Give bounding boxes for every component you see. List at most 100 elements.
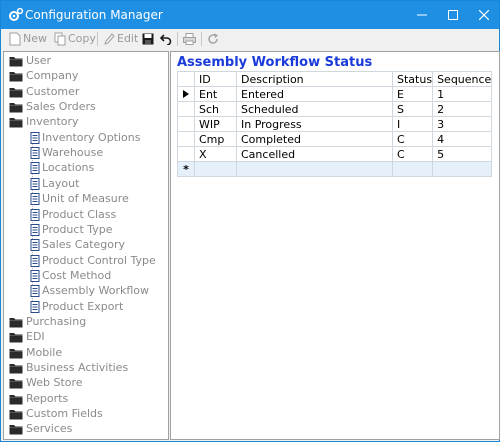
minimize-button[interactable]: [406, 1, 437, 29]
cell-description[interactable]: Completed: [236, 131, 393, 147]
column-header-description[interactable]: Description: [236, 71, 393, 87]
settings-document-icon: [30, 253, 40, 267]
cell-status[interactable]: S: [391, 101, 434, 117]
undo-button[interactable]: [159, 31, 172, 47]
tree-item-mobile[interactable]: Mobile: [4, 345, 164, 360]
new-row-cell-sequence[interactable]: [432, 161, 493, 177]
folder-icon: [9, 394, 23, 405]
tree-item-label: Product Control Type: [42, 253, 156, 267]
folder-icon: [9, 379, 23, 389]
folder-icon: [9, 410, 23, 420]
column-header-sequence[interactable]: Sequence: [432, 71, 493, 87]
table-row[interactable]: Cmp Completed C 4: [177, 131, 493, 147]
new-row-cell-id[interactable]: [194, 161, 237, 177]
cell-sequence[interactable]: 2: [432, 101, 493, 117]
print-button[interactable]: [183, 31, 196, 47]
table-row[interactable]: Ent Entered E 1: [177, 86, 493, 102]
tree-item-label: Warehouse: [42, 146, 104, 160]
cell-description[interactable]: Entered: [236, 86, 393, 102]
new-row-cell-description[interactable]: [236, 161, 393, 177]
close-button[interactable]: [468, 1, 499, 29]
new-button[interactable]: New: [9, 31, 47, 47]
tree-item-inventory[interactable]: Inventory: [4, 114, 164, 129]
toolbar: New Copy Edit: [1, 29, 499, 49]
tree-item-company[interactable]: Company: [4, 68, 164, 83]
tree-item-label: Customer: [26, 84, 80, 98]
tree-item-services[interactable]: Services: [4, 421, 164, 436]
tree-item-cost-method[interactable]: Cost Method: [4, 268, 164, 283]
new-row-cell-status[interactable]: [391, 161, 434, 177]
tree-item-sales-category[interactable]: Sales Category: [4, 237, 164, 252]
cell-id[interactable]: WIP: [194, 116, 237, 132]
maximize-icon: [447, 10, 458, 20]
current-row-arrow-icon: [183, 89, 189, 98]
tree-item-sales-orders[interactable]: Sales Orders: [4, 99, 164, 114]
cell-status[interactable]: C: [391, 131, 434, 147]
tree-item-user[interactable]: User: [4, 53, 164, 68]
tree-item-label: Business Activities: [26, 361, 129, 374]
table-row[interactable]: WIP In Progress I 3: [177, 116, 493, 132]
copy-button[interactable]: Copy: [54, 31, 96, 47]
tree-item-label: Web Store: [26, 376, 83, 390]
refresh-button[interactable]: [207, 31, 219, 47]
tree-item-locations[interactable]: Locations: [4, 160, 164, 175]
tree-item-product-export[interactable]: Product Export: [4, 299, 164, 314]
new-row[interactable]: *: [177, 161, 493, 177]
cell-sequence[interactable]: 4: [432, 131, 493, 147]
column-header-status[interactable]: Status: [391, 71, 434, 87]
undo-icon: [159, 34, 172, 46]
column-header-id[interactable]: ID: [194, 71, 237, 87]
tree-item-label: Unit of Measure: [42, 192, 129, 206]
tree-item-warehouse[interactable]: Warehouse: [4, 145, 164, 160]
tree-item-assembly-workflow[interactable]: Assembly Workflow: [4, 283, 164, 298]
settings-document-icon: [30, 238, 40, 252]
tree-item-inventory-options[interactable]: Inventory Options: [4, 130, 164, 145]
tree-item-custom-fields[interactable]: Custom Fields: [4, 406, 164, 421]
cell-status[interactable]: C: [391, 146, 434, 162]
row-selector[interactable]: [177, 101, 195, 117]
cell-sequence[interactable]: 5: [432, 146, 493, 162]
cell-sequence[interactable]: 3: [432, 116, 493, 132]
workflow-status-grid[interactable]: ID Description Status Sequence Ent Entere…: [177, 71, 493, 177]
settings-document-icon: [30, 161, 40, 175]
maximize-button[interactable]: [437, 1, 468, 29]
cell-id[interactable]: Sch: [194, 101, 237, 117]
tree-item-edi[interactable]: EDI: [4, 329, 164, 344]
row-selector[interactable]: [177, 86, 195, 102]
close-icon: [478, 9, 489, 21]
tree-item-product-type[interactable]: Product Type: [4, 222, 164, 237]
cell-id[interactable]: Ent: [194, 86, 237, 102]
row-selector[interactable]: [177, 116, 195, 132]
cell-description[interactable]: Cancelled: [236, 146, 393, 162]
table-row[interactable]: Sch Scheduled S 2: [177, 101, 493, 117]
settings-document-icon: [30, 146, 40, 160]
cell-description[interactable]: Scheduled: [236, 101, 393, 117]
cell-id[interactable]: Cmp: [194, 131, 237, 147]
refresh-icon: [208, 33, 218, 44]
tree-item-customer[interactable]: Customer: [4, 84, 164, 99]
tree-item-unit-of-measure[interactable]: Unit of Measure: [4, 191, 164, 206]
row-selector[interactable]: [177, 131, 195, 147]
tree-item-product-class[interactable]: Product Class: [4, 207, 164, 222]
cell-id[interactable]: X: [194, 146, 237, 162]
tree-item-product-control-type[interactable]: Product Control Type: [4, 253, 164, 268]
save-button[interactable]: [142, 31, 154, 47]
edit-button[interactable]: Edit: [103, 31, 138, 47]
tree-item-purchasing[interactable]: Purchasing: [4, 314, 164, 329]
new-row-marker[interactable]: *: [177, 161, 195, 177]
tree-item-reports[interactable]: Reports: [4, 391, 164, 406]
folder-icon: [9, 57, 23, 67]
cell-status[interactable]: E: [391, 86, 434, 102]
cell-status[interactable]: I: [391, 116, 434, 132]
cell-description[interactable]: In Progress: [236, 116, 393, 132]
tree-item-web-store[interactable]: Web Store: [4, 375, 164, 390]
table-row[interactable]: X Cancelled C 5: [177, 146, 493, 162]
folder-icon: [9, 317, 23, 328]
row-selector[interactable]: [177, 146, 195, 162]
title-bar[interactable]: Configuration Manager: [1, 1, 499, 29]
tree-item-layout[interactable]: Layout: [4, 176, 164, 191]
tree-item-business-activities[interactable]: Business Activities: [4, 360, 164, 375]
cell-sequence[interactable]: 1: [432, 86, 493, 102]
navigation-tree[interactable]: User Company Customer Sales Orders Inventory…: [3, 51, 169, 440]
tree-item-label: Purchasing: [26, 314, 87, 328]
